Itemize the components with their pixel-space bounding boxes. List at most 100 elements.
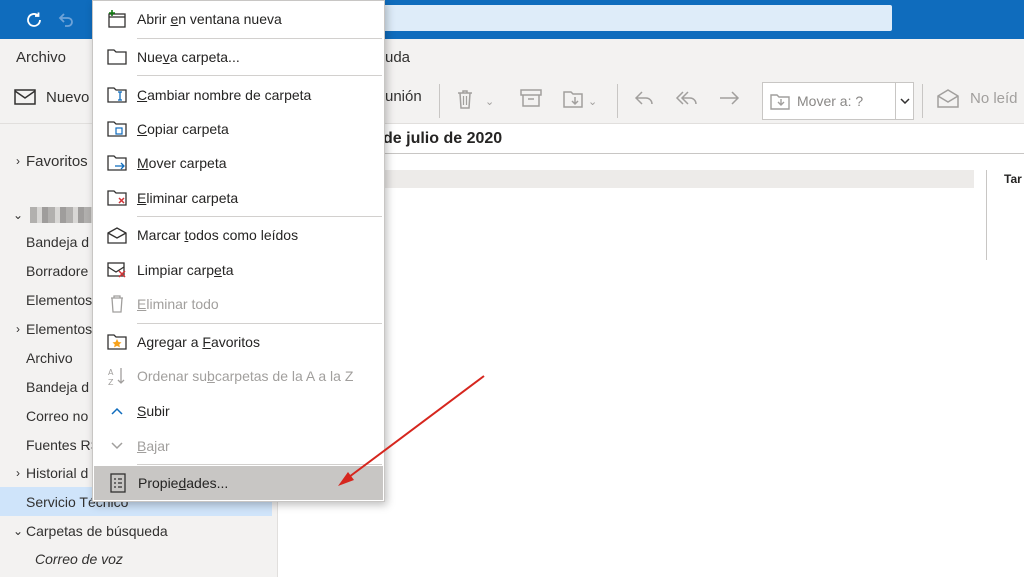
reply-button[interactable] [633,88,655,112]
menu-item-label: Eliminar todo [137,296,219,312]
mark-unread-label: No leíd [970,89,1018,107]
header-divider [279,153,1024,154]
sort-az-icon: AZ [107,366,127,386]
menu-item-clean-folder[interactable]: Limpiar carpeta [93,253,384,287]
menu-item-open-new-window[interactable]: Abrir en ventana nueva [93,2,384,36]
menu-item-label: Ordenar subcarpetas de la A a la Z [137,368,354,384]
folder-label: Elementos [26,291,93,308]
new-folder-icon [107,47,127,67]
new-meeting-button[interactable]: unión [385,88,422,105]
new-email-label: Nuevo [46,88,90,106]
menu-item-rename-folder[interactable]: Cambiar nombre de carpeta [93,78,384,112]
ribbon-separator [439,84,440,118]
delete-all-icon [107,294,127,314]
folder-label: Archivo [26,349,73,366]
clean-folder-icon [107,260,127,280]
chevron-right-icon: › [16,154,20,168]
menu-item-new-folder[interactable]: Nueva carpeta... [93,40,384,74]
chevron-down-icon: ⌄ [12,523,24,538]
move-to-combobox[interactable]: Mover a: ? [762,82,914,120]
properties-icon [108,473,128,493]
new-email-button[interactable]: Nuevo [14,88,89,106]
menu-item-label: Abrir en ventana nueva [137,11,282,27]
folder-context-menu: Abrir en ventana nueva Nueva carpeta... … [92,0,385,502]
chevron-down-icon: ⌄ [12,207,24,222]
move-folder-icon [107,153,127,173]
menu-item-move-down[interactable]: Bajar [93,429,384,463]
menu-item-properties[interactable]: Propiedades... [94,466,383,500]
ribbon-separator [922,84,923,118]
folder-item[interactable]: ⌄ Carpetas de búsqueda [0,516,272,545]
chevron-down-icon[interactable] [895,83,913,119]
undo-icon[interactable] [54,8,78,32]
open-new-window-icon [107,9,127,29]
menu-separator [137,38,382,39]
delete-button[interactable]: ⌄ [455,88,494,114]
reply-all-button[interactable] [674,88,700,112]
mark-read-icon [107,225,127,245]
menu-item-add-favorites[interactable]: Agregar a Favoritos [93,325,384,359]
reply-all-icon [674,88,700,112]
folder-label: Carpetas de búsqueda [26,522,168,539]
envelope-open-icon [936,88,960,108]
folder-label: Correo de voz [35,550,123,567]
folder-label: Favoritos [26,152,88,170]
ribbon-separator [617,84,618,118]
folder-item[interactable]: Correo de voz [0,544,272,573]
trash-icon [455,88,475,114]
column-divider [986,170,987,260]
menu-item-label: Nueva carpeta... [137,49,240,65]
menu-item-label: Eliminar carpeta [137,190,239,206]
chevron-up-icon [107,401,127,421]
menu-separator [137,75,382,76]
delete-folder-icon [107,188,127,208]
date-header: de julio de 2020 [383,130,503,147]
menu-separator [137,323,382,324]
column-header-bar [358,170,974,188]
menu-item-label: Bajar [137,438,170,454]
menu-item-delete-all[interactable]: Eliminar todo [93,287,384,321]
add-favorites-icon [107,332,127,352]
outlook-window: Archivo uda Nuevo unión ⌄ ⌄ Mover a: ? N… [0,0,1024,577]
menu-item-label: Mover carpeta [137,155,227,171]
menu-item-label: Copiar carpeta [137,121,229,137]
search-input[interactable] [380,5,892,31]
forward-icon [717,88,741,112]
folder-label: Correo no [26,407,89,424]
menu-item-label: Marcar todos como leídos [137,227,299,243]
folder-label: Bandeja d [26,233,90,250]
menu-item-mark-all-read[interactable]: Marcar todos como leídos [93,218,384,252]
menu-item-label: Propiedades... [138,475,229,491]
chevron-right-icon: › [16,465,20,480]
folder-label: Fuentes RS [26,436,100,453]
menu-item-move-up[interactable]: Subir [93,394,384,428]
tab-archivo[interactable]: Archivo [16,49,66,66]
menu-item-label: Limpiar carpeta [137,262,234,278]
message-list-pane [278,124,1024,577]
mark-unread-button[interactable]: No leíd [936,88,1018,108]
svg-text:A: A [108,368,114,377]
menu-item-label: Cambiar nombre de carpeta [137,87,312,103]
menu-item-copy-folder[interactable]: Copiar carpeta [93,112,384,146]
rename-folder-icon [107,85,127,105]
move-button[interactable]: ⌄ [562,88,597,114]
tab-ayuda[interactable]: uda [385,49,410,66]
folder-label: Historial d [26,464,89,481]
menu-item-sort-az[interactable]: AZ Ordenar subcarpetas de la A a la Z [93,359,384,393]
forward-button[interactable] [717,88,741,112]
svg-text:Z: Z [108,378,114,386]
menu-item-label: Agregar a Favoritos [137,334,260,350]
chevron-right-icon: › [16,321,20,336]
move-to-folder-icon [769,91,791,111]
new-meeting-label: unión [385,88,422,105]
archive-icon [520,88,542,112]
menu-item-move-folder[interactable]: Mover carpeta [93,146,384,180]
sync-icon[interactable] [22,8,46,32]
menu-item-delete-folder[interactable]: Eliminar carpeta [93,181,384,215]
copy-folder-icon [107,119,127,139]
column-header[interactable]: Tar [1004,172,1022,186]
folder-label: Bandeja d [26,378,90,395]
menu-separator [137,464,382,465]
folder-label: Borradore [26,262,89,279]
archive-button[interactable] [520,88,542,112]
